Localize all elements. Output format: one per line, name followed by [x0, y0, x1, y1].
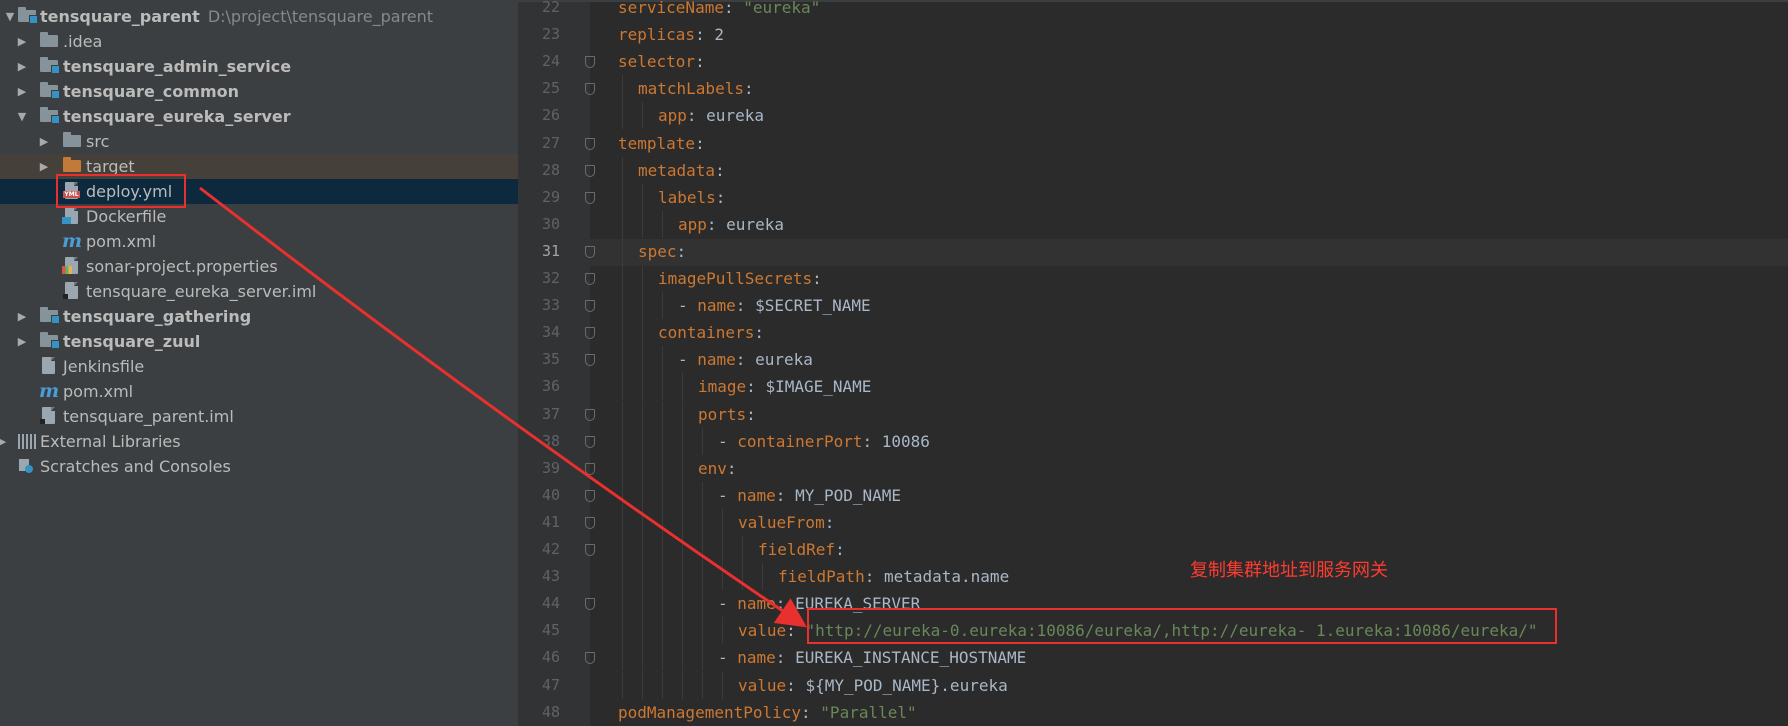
annotation-arrow — [199, 186, 807, 628]
